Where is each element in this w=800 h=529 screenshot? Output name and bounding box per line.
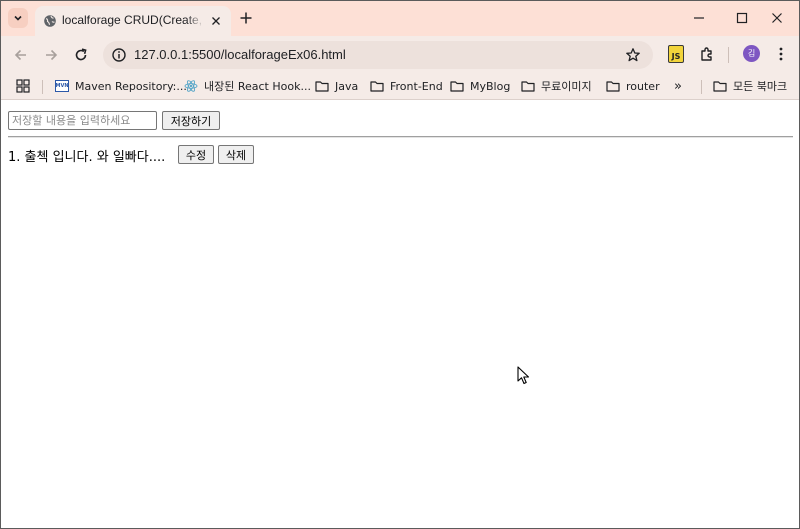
memo-input[interactable] bbox=[8, 111, 157, 130]
more-menu-icon[interactable] bbox=[772, 45, 790, 63]
folder-icon bbox=[315, 81, 329, 92]
active-tab[interactable]: localforage CRUD(Create, Read, Update, D… bbox=[35, 6, 231, 36]
folder-icon bbox=[521, 81, 535, 92]
tab-title: localforage CRUD(Create, Read, Update, D… bbox=[62, 13, 204, 29]
js-extension-label: JS bbox=[671, 52, 681, 61]
window-close-icon[interactable] bbox=[768, 9, 786, 27]
bookmark-folder-java[interactable]: Java bbox=[315, 78, 358, 94]
plus-icon[interactable] bbox=[237, 9, 255, 27]
bookmark-folder-myblog[interactable]: MyBlog bbox=[450, 78, 510, 94]
bookmarks-overflow-button[interactable]: » bbox=[674, 78, 682, 94]
bookmark-maven[interactable]: MVN Maven Repository:... bbox=[55, 78, 187, 94]
mvn-icon: MVN bbox=[55, 80, 69, 92]
tab-search-button[interactable] bbox=[8, 8, 28, 28]
globe-icon bbox=[44, 15, 56, 27]
bookmark-star-icon[interactable] bbox=[625, 47, 641, 63]
back-arrow-icon[interactable] bbox=[12, 46, 30, 64]
mouse-cursor-icon bbox=[517, 366, 530, 385]
browser-toolbar: 127.0.0.1:5500/localforageEx06.html JS 김 bbox=[1, 36, 799, 73]
bookmark-folder-free-images[interactable]: 무료이미지 bbox=[521, 78, 592, 94]
folder-icon bbox=[713, 81, 727, 92]
url-text: 127.0.0.1:5500/localforageEx06.html bbox=[134, 47, 346, 62]
memo-item-text: 1. 출첵 입니다. 와 일빠다.... bbox=[8, 150, 166, 165]
bookmarks-divider-right bbox=[701, 80, 702, 94]
minimize-icon[interactable] bbox=[690, 9, 708, 27]
reload-icon[interactable] bbox=[72, 46, 90, 64]
all-bookmarks-folder[interactable]: 모든 북마크 bbox=[713, 78, 787, 94]
address-bar[interactable]: 127.0.0.1:5500/localforageEx06.html bbox=[103, 41, 653, 69]
extensions-puzzle-icon[interactable] bbox=[698, 45, 716, 63]
bookmarks-divider bbox=[42, 80, 43, 94]
toolbar-divider bbox=[728, 47, 729, 63]
profile-avatar[interactable]: 김 bbox=[743, 45, 760, 62]
folder-icon bbox=[370, 81, 384, 92]
site-info-icon[interactable] bbox=[111, 47, 127, 63]
maximize-icon[interactable] bbox=[733, 9, 751, 27]
delete-button[interactable]: 삭제 bbox=[218, 145, 254, 164]
save-button[interactable]: 저장하기 bbox=[162, 111, 220, 130]
close-icon[interactable] bbox=[209, 14, 223, 28]
chevron-down-icon bbox=[14, 15, 22, 21]
folder-icon bbox=[606, 81, 620, 92]
react-icon bbox=[184, 80, 198, 92]
bookmarks-bar: MVN Maven Repository:... 내장된 React Hook.… bbox=[1, 73, 799, 100]
forward-arrow-icon[interactable] bbox=[42, 46, 60, 64]
bookmark-folder-front-end[interactable]: Front-End bbox=[370, 78, 443, 94]
page-content: 저장하기 1. 출첵 입니다. 와 일빠다.... 수정 삭제 bbox=[1, 101, 799, 528]
bookmark-react-hooks[interactable]: 내장된 React Hook... bbox=[184, 78, 311, 94]
apps-grid-icon[interactable] bbox=[16, 79, 30, 93]
bookmark-folder-router[interactable]: router bbox=[606, 78, 660, 94]
divider bbox=[8, 136, 793, 138]
folder-icon bbox=[450, 81, 464, 92]
edit-button[interactable]: 수정 bbox=[178, 145, 214, 164]
tab-strip: localforage CRUD(Create, Read, Update, D… bbox=[1, 1, 799, 36]
js-extension-icon[interactable]: JS bbox=[668, 45, 684, 63]
browser-window: localforage CRUD(Create, Read, Update, D… bbox=[0, 0, 800, 529]
